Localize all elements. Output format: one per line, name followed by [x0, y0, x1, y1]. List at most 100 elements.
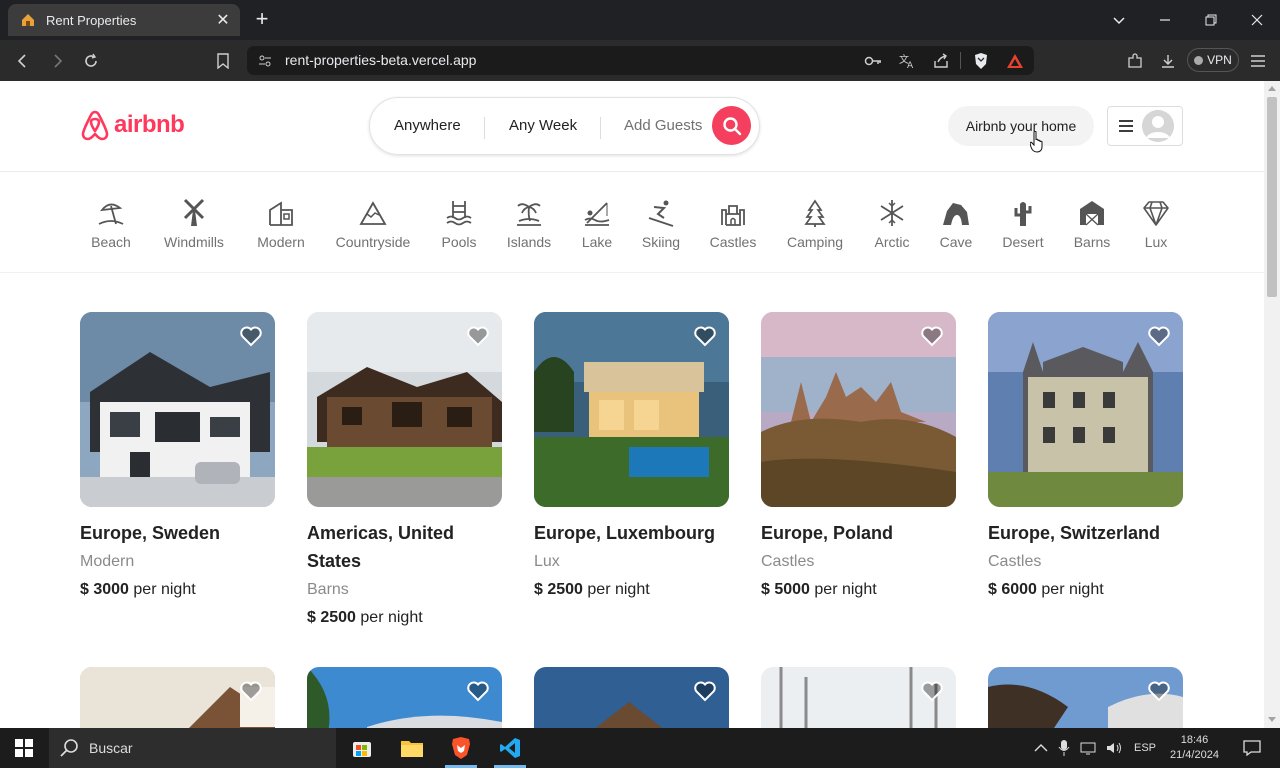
favorite-heart-icon[interactable] [920, 324, 944, 348]
search-bar[interactable]: Anywhere Any Week Add Guests [369, 97, 760, 155]
microphone-icon[interactable] [1058, 740, 1070, 756]
microsoft-store-icon[interactable] [338, 728, 386, 768]
category-modern[interactable]: Modern [255, 198, 307, 250]
windmill-icon [183, 198, 205, 226]
show-hidden-icons-chevron-icon[interactable] [1034, 743, 1048, 753]
category-lux[interactable]: Lux [1140, 198, 1172, 250]
tab-title: Rent Properties [46, 12, 137, 28]
vpn-button[interactable]: VPN [1187, 48, 1239, 72]
airbnb-logo[interactable]: airbnb [80, 109, 185, 141]
listing-photo[interactable] [534, 312, 729, 507]
favorite-heart-icon[interactable] [239, 679, 263, 703]
category-desert[interactable]: Desert [1000, 198, 1046, 250]
tab-close-icon[interactable]: ✕ [214, 10, 232, 30]
share-icon[interactable] [931, 51, 951, 71]
favorite-heart-icon[interactable] [466, 679, 490, 703]
window-close-icon[interactable] [1234, 0, 1280, 40]
extensions-icon[interactable] [1122, 48, 1148, 74]
address-bar[interactable]: rent-properties-beta.vercel.app 文A [247, 46, 1034, 75]
listing-card[interactable]: Europe, Switzerland Castles $ 6000 per n… [988, 312, 1183, 599]
listing-photo[interactable] [988, 312, 1183, 507]
forward-icon[interactable] [44, 48, 70, 74]
volume-icon[interactable] [1106, 741, 1124, 755]
category-cave[interactable]: Cave [938, 198, 974, 250]
category-beach[interactable]: Beach [91, 198, 131, 250]
airbnb-your-home-button[interactable]: Airbnb your home [948, 106, 1094, 146]
search-any-week[interactable]: Any Week [509, 117, 577, 134]
favorite-heart-icon[interactable] [1147, 324, 1171, 348]
listing-card[interactable]: Americas, United States Barns $ 2500 per… [307, 312, 502, 627]
category-barns[interactable]: Barns [1072, 198, 1112, 250]
listing-photo[interactable] [761, 312, 956, 507]
brave-shields-icon[interactable] [971, 51, 991, 71]
category-castles[interactable]: Castles [708, 198, 758, 250]
key-icon[interactable] [863, 51, 883, 71]
network-icon[interactable] [1080, 741, 1098, 755]
search-add-guests[interactable]: Add Guests [624, 117, 702, 134]
browser-tab[interactable]: Rent Properties ✕ [8, 4, 240, 36]
favorite-heart-icon[interactable] [466, 324, 490, 348]
brave-browser-icon[interactable] [437, 728, 485, 768]
hand-cursor-icon [1030, 131, 1043, 153]
favorite-heart-icon[interactable] [1147, 679, 1171, 703]
back-icon[interactable] [10, 48, 36, 74]
vscode-icon[interactable] [486, 728, 534, 768]
browser-menu-icon[interactable] [1245, 48, 1271, 74]
restore-icon[interactable] [1188, 0, 1234, 40]
minimize-icon[interactable] [1142, 0, 1188, 40]
downloads-icon[interactable] [1155, 48, 1181, 74]
listing-card[interactable]: Europe, Luxembourg Lux $ 2500 per night [534, 312, 729, 599]
windows-logo-icon [15, 739, 33, 757]
listing-location: Europe, Switzerland [988, 523, 1161, 543]
vpn-status-icon [1194, 55, 1204, 65]
logo-text: airbnb [114, 111, 185, 138]
file-explorer-icon[interactable] [388, 728, 436, 768]
favorite-heart-icon[interactable] [693, 324, 717, 348]
taskbar-search-box[interactable]: Buscar [49, 728, 336, 768]
listing-card[interactable]: Europe, Poland Castles $ 5000 per night [761, 312, 956, 599]
translate-icon[interactable]: 文A [897, 51, 917, 71]
category-arctic[interactable]: Arctic [870, 198, 914, 250]
listing-photo[interactable] [988, 667, 1183, 728]
search-button[interactable] [712, 106, 751, 145]
category-camping[interactable]: Camping [786, 198, 844, 250]
scrollbar-thumb[interactable] [1267, 97, 1277, 297]
category-lake[interactable]: Lake [578, 198, 616, 250]
notification-center-icon[interactable] [1243, 740, 1261, 756]
search-anywhere[interactable]: Anywhere [394, 117, 461, 134]
browser-toolbar: rent-properties-beta.vercel.app 文A VPN [0, 40, 1280, 81]
user-placeholder-icon [1142, 110, 1174, 142]
cactus-icon [1014, 202, 1032, 226]
bookmark-icon[interactable] [210, 48, 236, 74]
favorite-heart-icon[interactable] [239, 324, 263, 348]
category-countryside[interactable]: Countryside [333, 198, 413, 250]
scroll-down-icon[interactable] [1268, 717, 1276, 722]
clock[interactable]: 18:46 21/4/2024 [1170, 733, 1219, 763]
favorite-heart-icon[interactable] [920, 679, 944, 703]
favorite-heart-icon[interactable] [693, 679, 717, 703]
category-windmills[interactable]: Windmills [160, 198, 228, 250]
category-skiing[interactable]: Skiing [640, 198, 682, 250]
listing-card[interactable]: Europe, Sweden Modern $ 3000 per night [80, 312, 275, 599]
start-button[interactable] [0, 728, 48, 768]
listing-photo[interactable] [761, 667, 956, 728]
listing-photo[interactable] [307, 667, 502, 728]
site-info-icon[interactable] [255, 51, 275, 71]
category-islands[interactable]: Islands [505, 198, 553, 250]
listing-photo[interactable] [80, 667, 275, 728]
scroll-up-icon[interactable] [1268, 86, 1276, 91]
new-tab-icon[interactable]: + [250, 8, 274, 32]
page-scrollbar[interactable] [1264, 81, 1280, 728]
input-language-indicator[interactable]: ESP [1134, 742, 1156, 754]
url-text[interactable]: rent-properties-beta.vercel.app [285, 52, 476, 68]
listing-category: Barns [307, 581, 349, 598]
category-pools[interactable]: Pools [439, 198, 479, 250]
reload-icon[interactable] [78, 48, 104, 74]
tab-search-chevron-icon[interactable] [1096, 0, 1142, 40]
listing-photo[interactable] [80, 312, 275, 507]
user-menu-button[interactable] [1107, 106, 1183, 146]
listing-photo[interactable] [307, 312, 502, 507]
search-icon [722, 116, 741, 135]
brave-rewards-icon[interactable] [1005, 51, 1025, 71]
listing-photo[interactable] [534, 667, 729, 728]
